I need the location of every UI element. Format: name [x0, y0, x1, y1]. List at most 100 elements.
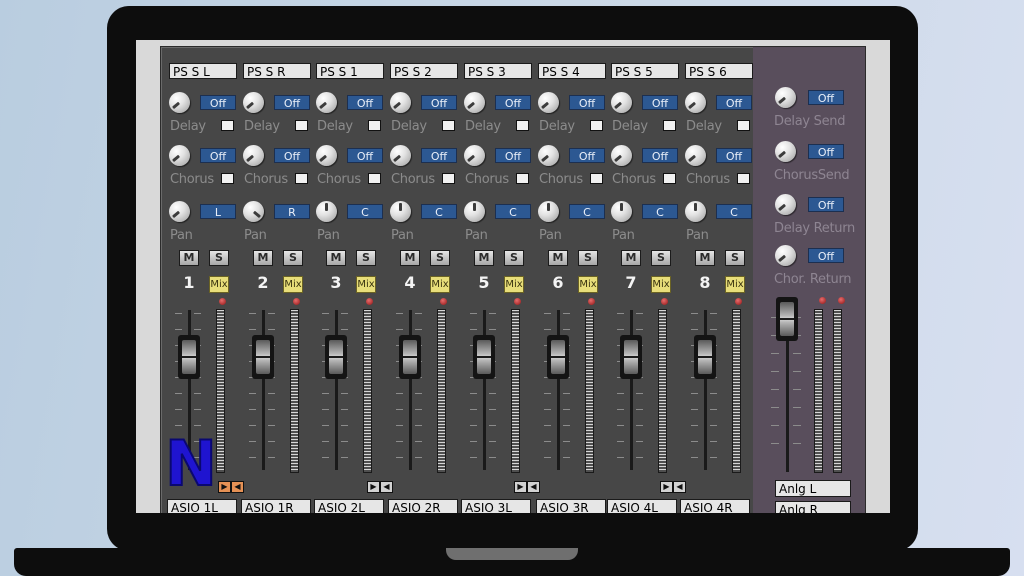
volume-fader[interactable]: [178, 335, 200, 379]
mix-button[interactable]: Mix: [651, 276, 671, 293]
mute-button[interactable]: M: [548, 250, 568, 266]
link-left-button[interactable]: ▶: [218, 481, 231, 493]
mute-button[interactable]: M: [621, 250, 641, 266]
volume-fader[interactable]: [694, 335, 716, 379]
chorus-return-knob[interactable]: [775, 245, 796, 266]
delay-knob[interactable]: [243, 92, 264, 113]
volume-fader[interactable]: [620, 335, 642, 379]
channel-name-field[interactable]: PS S 1: [316, 63, 384, 79]
chorus-enable-checkbox[interactable]: [737, 173, 750, 184]
master-output-left-field[interactable]: Anlg L: [775, 480, 851, 497]
pan-knob[interactable]: [685, 201, 706, 222]
delay-knob[interactable]: [538, 92, 559, 113]
link-right-button[interactable]: ◀: [673, 481, 686, 493]
delay-send-knob[interactable]: [775, 87, 796, 108]
solo-button[interactable]: S: [578, 250, 598, 266]
solo-button[interactable]: S: [283, 250, 303, 266]
chorus-knob[interactable]: [390, 145, 411, 166]
channel-name-field[interactable]: PS S L: [169, 63, 237, 79]
chorus-knob[interactable]: [464, 145, 485, 166]
master-output-right-field[interactable]: Anlg R: [775, 501, 851, 513]
pan-knob[interactable]: [390, 201, 411, 222]
channel-name-field[interactable]: PS S 4: [538, 63, 606, 79]
delay-return-knob[interactable]: [775, 194, 796, 215]
delay-knob[interactable]: [685, 92, 706, 113]
solo-button[interactable]: S: [430, 250, 450, 266]
chorus-enable-checkbox[interactable]: [295, 173, 308, 184]
pan-knob[interactable]: [464, 201, 485, 222]
chorus-knob[interactable]: [316, 145, 337, 166]
delay-enable-checkbox[interactable]: [737, 120, 750, 131]
input-source-field[interactable]: ASIO 2R: [388, 499, 458, 513]
delay-enable-checkbox[interactable]: [295, 120, 308, 131]
mix-button[interactable]: Mix: [209, 276, 229, 293]
delay-knob[interactable]: [390, 92, 411, 113]
link-right-button[interactable]: ◀: [380, 481, 393, 493]
link-left-button[interactable]: ▶: [367, 481, 380, 493]
channel-name-field[interactable]: PS S 5: [611, 63, 679, 79]
chorus-knob[interactable]: [169, 145, 190, 166]
mute-button[interactable]: M: [253, 250, 273, 266]
link-right-button[interactable]: ◀: [231, 481, 244, 493]
delay-enable-checkbox[interactable]: [590, 120, 603, 131]
input-source-field[interactable]: ASIO 2L: [314, 499, 384, 513]
channel-name-field[interactable]: PS S 3: [464, 63, 532, 79]
delay-knob[interactable]: [316, 92, 337, 113]
input-source-field[interactable]: ASIO 1L: [167, 499, 237, 513]
delay-knob[interactable]: [611, 92, 632, 113]
chorus-enable-checkbox[interactable]: [663, 173, 676, 184]
delay-enable-checkbox[interactable]: [663, 120, 676, 131]
chorus-enable-checkbox[interactable]: [590, 173, 603, 184]
mix-button[interactable]: Mix: [430, 276, 450, 293]
pan-knob[interactable]: [611, 201, 632, 222]
solo-button[interactable]: S: [725, 250, 745, 266]
chorus-knob[interactable]: [243, 145, 264, 166]
chorus-knob[interactable]: [685, 145, 706, 166]
delay-enable-checkbox[interactable]: [368, 120, 381, 131]
input-source-field[interactable]: ASIO 3L: [461, 499, 531, 513]
volume-fader[interactable]: [325, 335, 347, 379]
link-left-button[interactable]: ▶: [514, 481, 527, 493]
link-right-button[interactable]: ◀: [527, 481, 540, 493]
delay-knob[interactable]: [464, 92, 485, 113]
mix-button[interactable]: Mix: [725, 276, 745, 293]
chorus-enable-checkbox[interactable]: [221, 173, 234, 184]
pan-knob[interactable]: [538, 201, 559, 222]
delay-enable-checkbox[interactable]: [442, 120, 455, 131]
mix-button[interactable]: Mix: [504, 276, 524, 293]
volume-fader[interactable]: [252, 335, 274, 379]
channel-name-field[interactable]: PS S 6: [685, 63, 753, 79]
mute-button[interactable]: M: [326, 250, 346, 266]
mute-button[interactable]: M: [474, 250, 494, 266]
channel-name-field[interactable]: PS S 2: [390, 63, 458, 79]
solo-button[interactable]: S: [504, 250, 524, 266]
volume-fader[interactable]: [473, 335, 495, 379]
pan-knob[interactable]: [316, 201, 337, 222]
mute-button[interactable]: M: [400, 250, 420, 266]
link-left-button[interactable]: ▶: [660, 481, 673, 493]
chorus-enable-checkbox[interactable]: [516, 173, 529, 184]
chorus-enable-checkbox[interactable]: [368, 173, 381, 184]
chorus-knob[interactable]: [538, 145, 559, 166]
delay-knob[interactable]: [169, 92, 190, 113]
chorus-enable-checkbox[interactable]: [442, 173, 455, 184]
channel-name-field[interactable]: PS S R: [243, 63, 311, 79]
pan-knob[interactable]: [169, 201, 190, 222]
chorus-send-knob[interactable]: [775, 141, 796, 162]
delay-enable-checkbox[interactable]: [516, 120, 529, 131]
input-source-field[interactable]: ASIO 4L: [607, 499, 677, 513]
mix-button[interactable]: Mix: [578, 276, 598, 293]
input-source-field[interactable]: ASIO 3R: [536, 499, 606, 513]
input-source-field[interactable]: ASIO 4R: [680, 499, 750, 513]
solo-button[interactable]: S: [651, 250, 671, 266]
volume-fader[interactable]: [399, 335, 421, 379]
solo-button[interactable]: S: [209, 250, 229, 266]
volume-fader[interactable]: [547, 335, 569, 379]
delay-enable-checkbox[interactable]: [221, 120, 234, 131]
mix-button[interactable]: Mix: [283, 276, 303, 293]
solo-button[interactable]: S: [356, 250, 376, 266]
input-source-field[interactable]: ASIO 1R: [241, 499, 311, 513]
master-volume-fader[interactable]: [776, 297, 798, 341]
pan-knob[interactable]: [243, 201, 264, 222]
mute-button[interactable]: M: [695, 250, 715, 266]
